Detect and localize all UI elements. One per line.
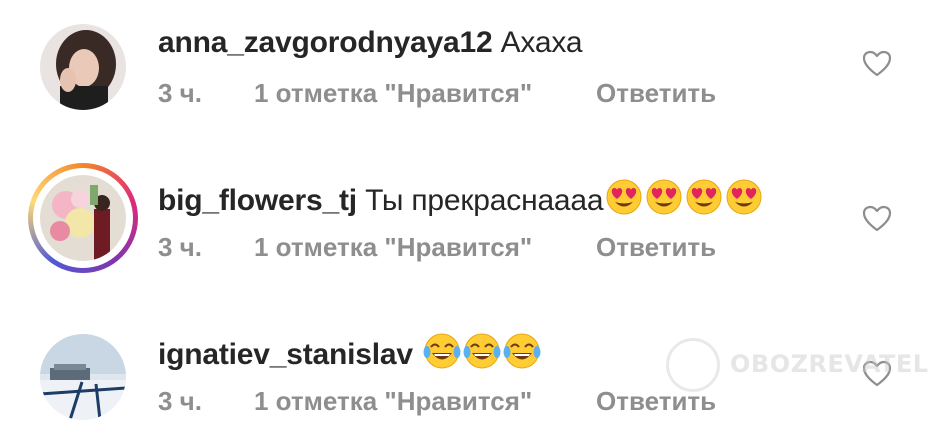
- avatar[interactable]: [40, 334, 126, 420]
- heart-eyes-emoji: [686, 179, 722, 215]
- comment-likes-count[interactable]: 1 отметка "Нравится": [254, 386, 532, 417]
- comment-username[interactable]: big_flowers_tj: [158, 184, 357, 217]
- comment-item: ignatiev_stanislav 3 ч. 1 отметка "Нрави…: [0, 0, 945, 420]
- tears-of-joy-emoji: [503, 333, 541, 369]
- tears-of-joy-emoji: [423, 333, 461, 369]
- watermark: OBOZREVATEL: [666, 338, 928, 394]
- heart-eyes-emoji: [606, 179, 642, 215]
- emoji-group: [421, 333, 541, 371]
- comment-line: big_flowers_tj Ты прекраснаааа: [158, 178, 763, 218]
- comment-time: 3 ч.: [158, 232, 203, 262]
- heart-eyes-emoji: [726, 179, 762, 215]
- reply-button[interactable]: Ответить: [596, 232, 716, 263]
- comment-line: ignatiev_stanislav: [158, 332, 541, 372]
- tears-of-joy-emoji: [463, 333, 501, 369]
- comment-likes-count[interactable]: 1 отметка "Нравится": [254, 232, 532, 263]
- watermark-text: OBOZREVATEL: [730, 350, 929, 378]
- comment-username[interactable]: ignatiev_stanislav: [158, 338, 413, 371]
- like-heart-icon[interactable]: [862, 205, 892, 233]
- watermark-logo-icon: [666, 338, 720, 392]
- emoji-group: [603, 179, 763, 217]
- story-ring[interactable]: [28, 163, 138, 273]
- comment-text: Ты прекраснаааа: [365, 184, 604, 217]
- comment-time: 3 ч.: [158, 386, 203, 416]
- heart-eyes-emoji: [646, 179, 682, 215]
- avatar: [40, 175, 126, 261]
